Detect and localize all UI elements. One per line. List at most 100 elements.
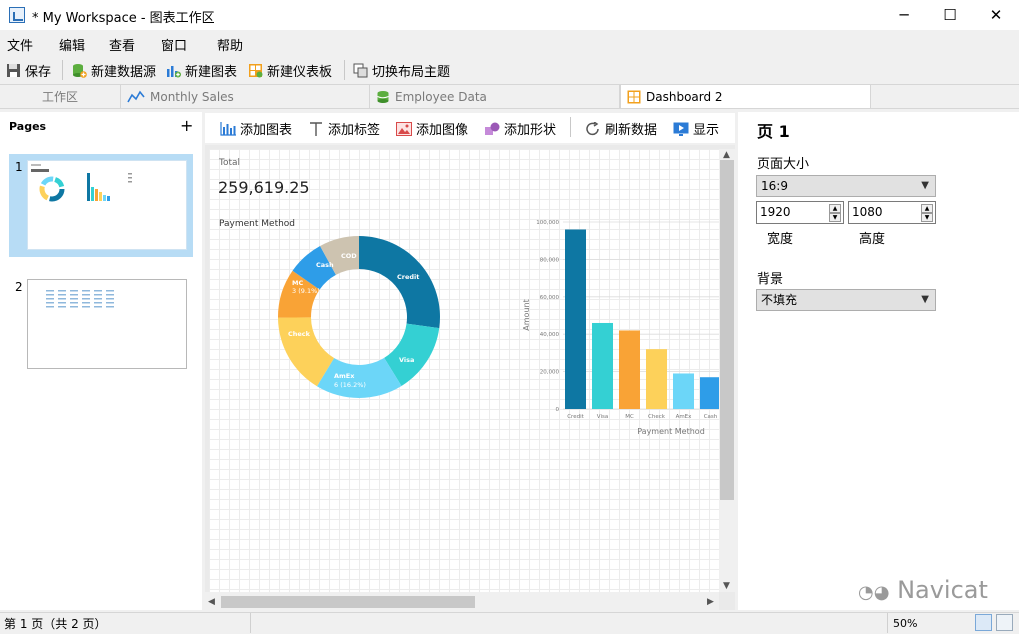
height-input[interactable]: 1080 ▲ ▼ [848, 201, 936, 224]
page-size-value: 16:9 [761, 179, 788, 193]
page-size-label: 页面大小 [757, 157, 810, 172]
new-chart-button[interactable]: 新建图表 [166, 61, 237, 80]
spin-down-icon[interactable]: ▼ [829, 213, 841, 222]
height-value: 1080 [852, 205, 883, 219]
bar-chart[interactable]: 0 20,000 40,000 60,000 80,000 100,000 Credit Vi… [522, 220, 719, 436]
background-select[interactable]: 不填充 ▼ [756, 289, 936, 311]
donut-slice-credit[interactable] [359, 236, 440, 329]
bar-cash[interactable] [700, 377, 719, 409]
menu-view[interactable]: 查看 [109, 35, 135, 54]
add-image-button[interactable]: 添加图像 [396, 119, 468, 138]
spin-down-icon[interactable]: ▼ [921, 213, 933, 222]
toolbar-separator [62, 60, 63, 80]
dashboard-icon [627, 90, 641, 103]
line-chart-icon [127, 90, 145, 102]
menu-help[interactable]: 帮助 [217, 35, 243, 54]
menu-window[interactable]: 窗口 [161, 35, 187, 54]
chevron-down-icon: ▼ [921, 180, 929, 191]
chart-add-icon [167, 66, 181, 78]
single-page-view-button[interactable] [975, 614, 992, 631]
zoom-level[interactable]: 50% [893, 617, 917, 630]
status-separator [250, 613, 251, 633]
tab-dashboard-2[interactable]: Dashboard 2 [620, 85, 871, 108]
database-add-icon [73, 64, 87, 78]
x-tick-label: AmEx [676, 414, 693, 420]
switch-theme-label: 切换布局主题 [372, 65, 451, 80]
new-chart-label: 新建图表 [185, 65, 238, 80]
tab-monthly-sales[interactable]: Monthly Sales [121, 85, 370, 108]
add-chart-label: 添加图表 [240, 123, 293, 138]
bar-visa[interactable] [592, 322, 613, 409]
add-label-label: 添加标签 [328, 123, 381, 138]
new-datasource-label: 新建数据源 [91, 65, 157, 80]
text-icon [310, 121, 322, 136]
tab-label: Monthly Sales [150, 89, 234, 104]
background-value: 不填充 [761, 293, 798, 307]
donut-label-amex-pct: 6 (16.2%) [334, 381, 366, 389]
new-datasource-button[interactable]: 新建数据源 [72, 61, 156, 80]
properties-title: 页 1 [757, 122, 790, 141]
bar-chart-icon [220, 121, 236, 136]
menu-edit[interactable]: 编辑 [59, 35, 85, 54]
bar-mc[interactable] [619, 330, 640, 409]
spin-up-icon[interactable]: ▲ [921, 204, 933, 213]
dashboard-canvas[interactable]: Total 259,619.25 Payment Method Credit V… [209, 149, 719, 592]
scroll-down-arrow[interactable]: ▼ [723, 581, 730, 591]
page-preview-1 [27, 160, 187, 250]
donut-label-cod: COD [341, 252, 357, 260]
scroll-up-arrow[interactable]: ▲ [723, 150, 730, 160]
horizontal-scroll-thumb[interactable] [221, 596, 475, 608]
toolbar-separator [570, 117, 571, 137]
width-input[interactable]: 1920 ▲ ▼ [756, 201, 844, 224]
donut-label-cash: Cash [316, 261, 334, 269]
page-number: 1 [15, 160, 23, 174]
charts-svg: Credit Visa AmEx 6 (16.2%) Check MC 3 (9… [278, 220, 719, 436]
tab-employee-data[interactable]: Employee Data [370, 85, 620, 108]
add-shape-button[interactable]: 添加形状 [484, 119, 556, 138]
vertical-scroll-thumb[interactable] [720, 160, 734, 500]
tab-label: Dashboard 2 [646, 89, 723, 104]
add-image-label: 添加图像 [416, 123, 469, 138]
bar-check[interactable] [646, 349, 667, 409]
add-chart-button[interactable]: 添加图表 [220, 119, 292, 138]
status-separator [887, 613, 888, 633]
split-view-button[interactable] [996, 614, 1013, 631]
app-icon [9, 7, 25, 23]
x-tick-label: Visa [597, 414, 608, 420]
shape-icon [485, 122, 500, 135]
add-label-button[interactable]: 添加标签 [308, 119, 380, 138]
donut-label-check: Check [288, 330, 311, 338]
spin-up-icon[interactable]: ▲ [829, 204, 841, 213]
x-tick-label: Credit [567, 414, 584, 420]
layout-theme-icon [353, 63, 368, 78]
page-preview-graphic [31, 164, 132, 202]
y-tick-label: 80,000 [540, 257, 560, 263]
donut-label-amex: AmEx [334, 372, 355, 380]
present-icon [673, 122, 689, 136]
refresh-data-label: 刷新数据 [605, 123, 658, 138]
donut-chart[interactable] [278, 236, 440, 398]
tab-label: Employee Data [395, 89, 487, 104]
minimize-button[interactable]: ─ [881, 0, 927, 30]
y-tick-label: 40,000 [540, 332, 560, 338]
page-thumbnail-2[interactable] [27, 279, 187, 369]
refresh-data-button[interactable]: 刷新数据 [585, 119, 657, 138]
menu-file[interactable]: 文件 [7, 35, 33, 54]
save-button[interactable]: 保存 [6, 61, 51, 80]
maximize-button[interactable]: ☐ [927, 0, 973, 30]
add-page-button[interactable]: + [180, 116, 193, 135]
watermark-text: Navicat [897, 576, 988, 604]
switch-theme-button[interactable]: 切换布局主题 [353, 61, 450, 80]
donut-label-credit: Credit [397, 273, 419, 281]
x-tick-label: Cash [704, 414, 718, 420]
bar-amex[interactable] [673, 373, 694, 409]
page-size-select[interactable]: 16:9 ▼ [756, 175, 936, 197]
tab-workspace[interactable]: 工作区 [0, 85, 121, 108]
x-tick-label: Check [648, 414, 666, 420]
close-button[interactable]: ✕ [973, 0, 1019, 30]
scroll-right-arrow[interactable]: ▶ [707, 597, 714, 607]
bar-credit[interactable] [565, 229, 586, 409]
scroll-left-arrow[interactable]: ◀ [208, 597, 215, 607]
display-button[interactable]: 显示 [673, 119, 719, 138]
new-dashboard-button[interactable]: 新建仪表板 [248, 61, 332, 80]
